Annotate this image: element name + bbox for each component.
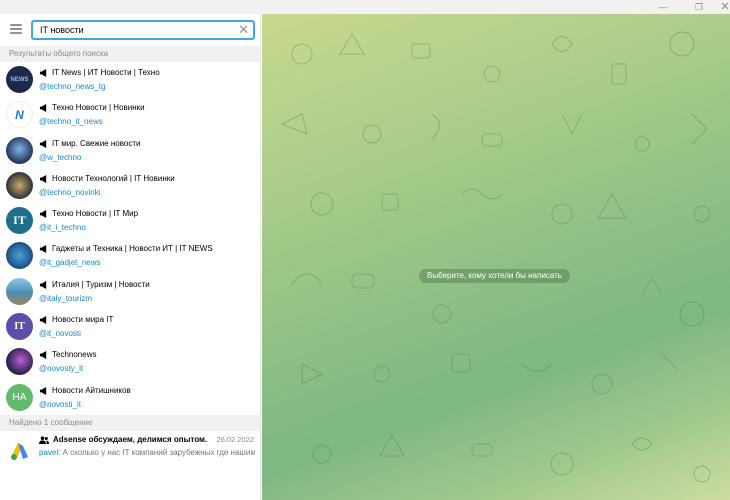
maximize-icon[interactable]: ❐: [686, 0, 712, 14]
megaphone-icon: [39, 245, 47, 254]
adsense-logo: [6, 436, 33, 464]
sidebar-topbar: IT новости ✕: [0, 14, 260, 46]
result-title: Новости Айтишников: [52, 385, 131, 395]
search-result-item[interactable]: NEWS IT News | ИТ Новости | Техно @techn…: [0, 62, 260, 97]
result-handle: @w_techno: [39, 152, 82, 162]
megaphone-icon: [39, 280, 47, 289]
message-text: А сколько у нас IT компаний зарубежных г…: [60, 447, 255, 457]
avatar: N: [6, 101, 33, 129]
window-titlebar: — ❐ ✕: [0, 0, 730, 14]
message-preview: pavel: А сколько у нас IT компаний заруб…: [39, 447, 255, 459]
result-handle: @novosty_it: [39, 364, 84, 374]
global-search-header: Результаты общего поиска: [0, 46, 260, 62]
megaphone-icon: [39, 139, 47, 148]
clear-icon[interactable]: ✕: [238, 23, 249, 37]
result-handle: @techno_news_tg: [39, 82, 106, 91]
result-handle: @techno_novinki: [39, 187, 101, 197]
search-input[interactable]: IT новости ✕: [31, 20, 255, 40]
search-result-item[interactable]: Гаджеты и Техника | Новости ИТ | IT NEWS…: [0, 238, 260, 273]
result-title: IT News | ИТ Новости | Техно: [52, 68, 160, 77]
result-handle: @techno_it_news: [39, 117, 103, 127]
search-result-item[interactable]: НА Новости Айтишников @novosti_it: [0, 380, 260, 415]
result-title: Техно Новости | Новинки: [52, 103, 145, 113]
avatar: [6, 242, 33, 270]
group-icon: [39, 436, 49, 444]
megaphone-icon: [39, 104, 47, 113]
search-result-item[interactable]: IT мир. Свежие новости @w_techno: [0, 133, 260, 168]
menu-icon[interactable]: [10, 24, 22, 34]
search-result-item[interactable]: Technonews @novosty_it: [0, 344, 260, 379]
result-title: Италия | Туризм | Новости: [52, 279, 150, 289]
message-chat-title: Adsense обсуждаем, делимся опытом.: [53, 434, 208, 444]
search-result-item[interactable]: N Техно Новости | Новинки @techno_it_new…: [0, 97, 260, 132]
result-handle: @it_i_techno: [39, 223, 86, 233]
message-result-item[interactable]: Adsense обсуждаем, делимся опытом. 26.02…: [0, 431, 260, 465]
search-result-item[interactable]: IT Техно Новости | IT Мир @it_i_techno: [0, 203, 260, 238]
result-title: IT мир. Свежие новости: [52, 138, 141, 148]
avatar: [6, 171, 33, 199]
close-icon[interactable]: ✕: [712, 0, 730, 14]
avatar: NEWS: [6, 66, 33, 93]
chat-area: Выберите, кому хотели бы написать: [262, 14, 730, 500]
minimize-icon[interactable]: —: [650, 0, 676, 14]
avatar: [6, 277, 33, 305]
sidebar: IT новости ✕ Результаты общего поиска NE…: [0, 14, 261, 500]
result-title: Новости мира IT: [52, 315, 114, 325]
result-title: Гаджеты и Техника | Новости ИТ | IT NEWS: [52, 244, 213, 254]
result-title: Technonews: [52, 350, 97, 360]
avatar: IT: [6, 207, 33, 235]
result-handle: @it_gadjet_news: [39, 258, 101, 268]
search-result-item[interactable]: IT Новости мира IT @it_novosti: [0, 309, 260, 344]
megaphone-icon: [39, 316, 47, 325]
empty-chat-hint: Выберите, кому хотели бы написать: [419, 269, 570, 283]
message-date: 26.02.2022: [216, 434, 254, 444]
search-result-item[interactable]: Новости Технологий | IT Новинки @techno_…: [0, 168, 260, 203]
result-title: Техно Новости | IT Мир: [52, 209, 139, 219]
result-handle: @italy_tourizm: [39, 293, 93, 303]
megaphone-icon: [39, 69, 47, 77]
megaphone-icon: [39, 174, 47, 183]
avatar: IT: [6, 313, 33, 341]
search-input-value[interactable]: IT новости: [40, 24, 84, 36]
result-handle: @novosti_it: [39, 399, 81, 409]
search-results-list: NEWS IT News | ИТ Новости | Техно @techn…: [0, 62, 260, 415]
message-sender: pavel:: [39, 447, 61, 457]
search-result-item[interactable]: Италия | Туризм | Новости @italy_tourizm: [0, 274, 260, 309]
avatar: [6, 348, 33, 376]
chat-background-pattern: [280, 31, 711, 483]
megaphone-icon: [39, 386, 47, 395]
megaphone-icon: [39, 210, 47, 219]
result-handle: @it_novosti: [39, 329, 81, 339]
avatar-initials: НА: [12, 391, 27, 403]
avatar: НА: [6, 383, 33, 411]
result-title: Новости Технологий | IT Новинки: [52, 173, 175, 183]
avatar: [6, 136, 33, 164]
messages-found-header: Найдено 1 сообщение: [0, 414, 260, 431]
megaphone-icon: [39, 351, 47, 360]
